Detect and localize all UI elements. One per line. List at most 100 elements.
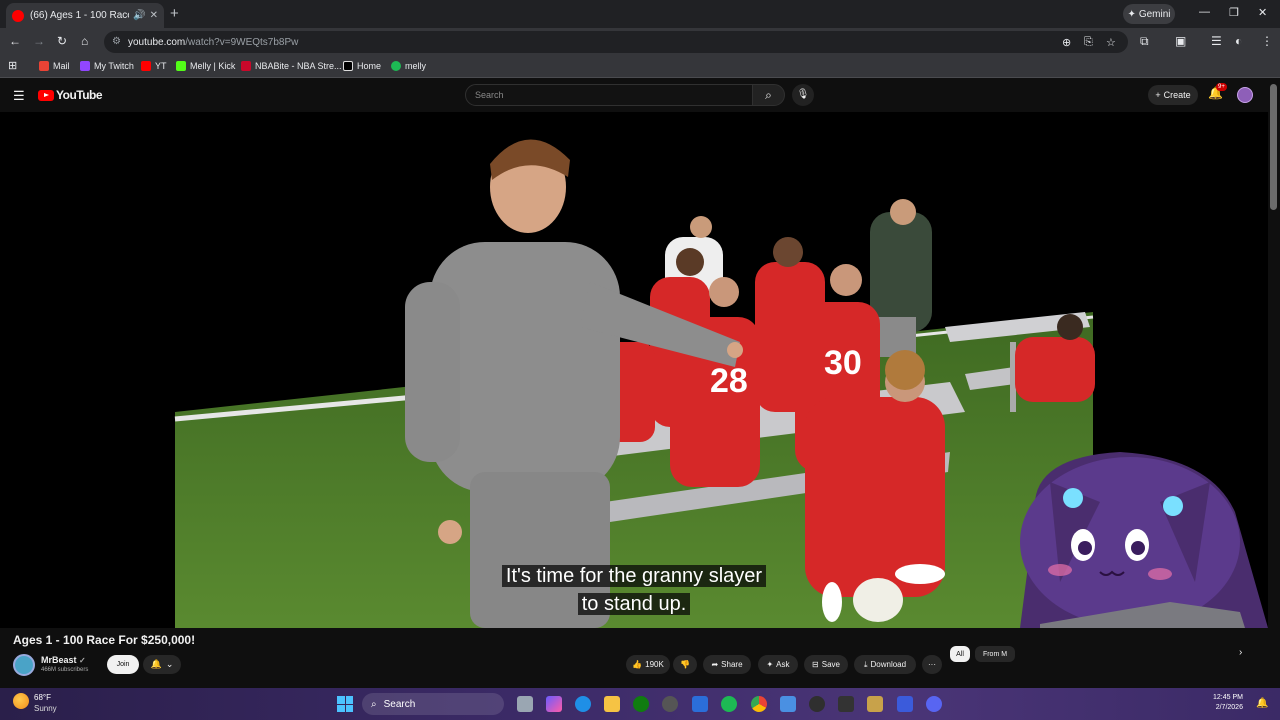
windows-start-icon[interactable] <box>337 696 353 712</box>
chips-next-chevron-icon[interactable]: › <box>1239 647 1242 658</box>
xbox-icon[interactable] <box>633 696 649 712</box>
save-button[interactable]: ⊟ Save <box>804 655 848 674</box>
youtube-logo[interactable]: YouTube <box>38 88 103 102</box>
weather-condition[interactable]: Sunny <box>34 704 57 713</box>
channel-avatar[interactable] <box>13 654 35 676</box>
dislike-button[interactable]: 👎 <box>673 655 697 674</box>
weather-temperature[interactable]: 68°F <box>34 693 51 702</box>
verified-check-icon: ✓ <box>79 656 86 665</box>
bookmark-my-twitch[interactable]: My Twitch <box>80 61 134 71</box>
bookmark-label: Home <box>357 61 382 71</box>
steam-icon[interactable] <box>662 696 678 712</box>
weather-sun-icon[interactable] <box>13 693 29 709</box>
store-icon[interactable] <box>692 696 708 712</box>
join-button[interactable]: Join <box>107 655 139 674</box>
channel-name[interactable]: MrBeast ✓ <box>41 655 86 665</box>
download-button[interactable]: ⤓ Download <box>854 655 916 674</box>
sparkle-icon: ✦ <box>766 660 774 669</box>
bookmarks-bar: ⊞ Mail My Twitch YT Melly | Kick NBABite… <box>0 56 1280 78</box>
chrome-icon[interactable] <box>751 696 767 712</box>
browser-tab-active[interactable]: (66) Ages 1 - 100 Race For 🔊 ✕ <box>6 3 164 28</box>
search-icon[interactable]: ⌕ <box>752 84 785 106</box>
notification-center-icon[interactable]: 🔔 <box>1256 698 1268 709</box>
discord-icon[interactable] <box>926 696 942 712</box>
back-arrow-icon[interactable]: ← <box>9 34 21 48</box>
taskbar-clock[interactable]: 12:45 PM 2/7/2026 <box>1213 693 1243 713</box>
like-button[interactable]: 👍 190K <box>626 655 670 674</box>
account-avatar[interactable] <box>1237 87 1253 103</box>
page-scrollbar[interactable] <box>1270 84 1277 210</box>
copilot-icon[interactable] <box>546 696 562 712</box>
bookmark-melly[interactable]: melly <box>391 61 426 71</box>
edge-icon[interactable] <box>575 696 591 712</box>
more-actions-button[interactable]: ··· <box>922 655 942 674</box>
clock-time: 12:45 PM <box>1213 694 1243 701</box>
gemini-button[interactable]: ✦ Gemini <box>1123 4 1175 24</box>
zoom-icon[interactable]: ⊕ <box>1062 36 1071 49</box>
side-panel-icon[interactable]: ▣ <box>1175 34 1186 48</box>
address-bar[interactable]: ⚙ youtube.com/watch?v=9WEQts7b8Pw ⊕ ⎘ ☆ <box>104 31 1128 53</box>
app-arrow-icon[interactable] <box>838 696 854 712</box>
game-app-icon[interactable] <box>867 696 883 712</box>
tab-close-icon[interactable]: ✕ <box>150 10 158 21</box>
microphone-icon[interactable]: 🎙 <box>792 84 814 106</box>
bookmark-label: melly <box>405 61 427 71</box>
extensions-icon[interactable]: ⧉ <box>1140 34 1149 49</box>
window-close-icon[interactable]: ✕ <box>1258 6 1267 19</box>
new-tab-button[interactable]: + <box>170 5 179 22</box>
bookmark-home[interactable]: Home <box>343 61 381 71</box>
reload-icon[interactable]: ↻ <box>57 34 67 48</box>
bookmark-label: My Twitch <box>94 61 134 71</box>
bookmark-star-icon[interactable]: ☆ <box>1106 36 1116 49</box>
caption-line-1: It's time for the granny slayer <box>501 565 767 587</box>
download-label: Download <box>870 660 907 669</box>
url-path: /watch?v=9WEQts7b8Pw <box>185 36 299 48</box>
subscription-bell-button[interactable]: 🔔 ⌄ <box>143 655 181 674</box>
restore-icon[interactable]: ❐ <box>1229 6 1239 19</box>
bookmark-melly-kick[interactable]: Melly | Kick <box>176 61 235 71</box>
bookmark-label: NBABite - NBA Stre... <box>255 61 342 71</box>
task-view-icon[interactable] <box>517 696 533 712</box>
ask-button[interactable]: ✦ Ask <box>758 655 798 674</box>
chip-from-channel[interactable]: From M <box>975 646 1015 662</box>
bookmark-mail[interactable]: Mail <box>39 61 70 71</box>
notification-count-badge: 9+ <box>1216 83 1227 91</box>
photos-icon[interactable] <box>780 696 796 712</box>
profile-icon[interactable]: ◐ <box>1235 34 1242 48</box>
browser-tab-strip: (66) Ages 1 - 100 Race For 🔊 ✕ + ✦ Gemin… <box>0 0 1280 28</box>
install-app-icon[interactable]: ⎘ <box>1084 36 1093 49</box>
hamburger-menu-icon[interactable]: ☰ <box>13 88 25 104</box>
share-arrow-icon: ➦ <box>711 660 719 669</box>
browser-toolbar: ← → ↻ ⌂ ⚙ youtube.com/watch?v=9WEQts7b8P… <box>0 28 1280 56</box>
minimize-icon[interactable]: — <box>1199 6 1210 18</box>
svg-text:30: 30 <box>824 344 862 382</box>
spotify-icon[interactable] <box>721 696 737 712</box>
app-blue-icon[interactable] <box>897 696 913 712</box>
home-icon[interactable]: ⌂ <box>81 34 88 48</box>
plus-icon: + <box>1155 90 1161 100</box>
audio-playing-icon[interactable]: 🔊 <box>133 10 145 21</box>
svg-text:28: 28 <box>710 362 748 400</box>
reading-list-icon[interactable]: ☰ <box>1211 34 1222 48</box>
search-icon: ⌕ <box>371 698 377 710</box>
browser-menu-icon[interactable]: ⋮ <box>1261 34 1273 48</box>
media-player-icon[interactable] <box>809 696 825 712</box>
youtube-icon <box>141 61 151 71</box>
bookmark-label: YT <box>155 61 167 71</box>
file-explorer-icon[interactable] <box>604 696 620 712</box>
create-button[interactable]: + Create <box>1148 85 1198 105</box>
bookmark-nbabite[interactable]: NBABite - NBA Stre... <box>241 61 342 71</box>
search-input[interactable]: Search <box>465 84 753 106</box>
chip-all[interactable]: All <box>950 646 970 662</box>
share-button[interactable]: ➦ Share <box>703 655 751 674</box>
ask-label: Ask <box>776 660 790 669</box>
video-caption: It's time for the granny slayer to stand… <box>483 562 785 618</box>
bookmark-yt[interactable]: YT <box>141 61 167 71</box>
tab-title: (66) Ages 1 - 100 Race For <box>30 10 129 21</box>
site-info-icon[interactable]: ⚙ <box>112 36 121 47</box>
taskbar-search[interactable]: ⌕ Search <box>362 693 504 715</box>
apps-grid-icon[interactable]: ⊞ <box>8 59 17 72</box>
video-player[interactable]: 28 30 It's time for the granny slayer to… <box>0 112 1268 628</box>
forward-arrow-icon[interactable]: → <box>33 34 45 48</box>
bookmark-label: Melly | Kick <box>190 61 236 71</box>
